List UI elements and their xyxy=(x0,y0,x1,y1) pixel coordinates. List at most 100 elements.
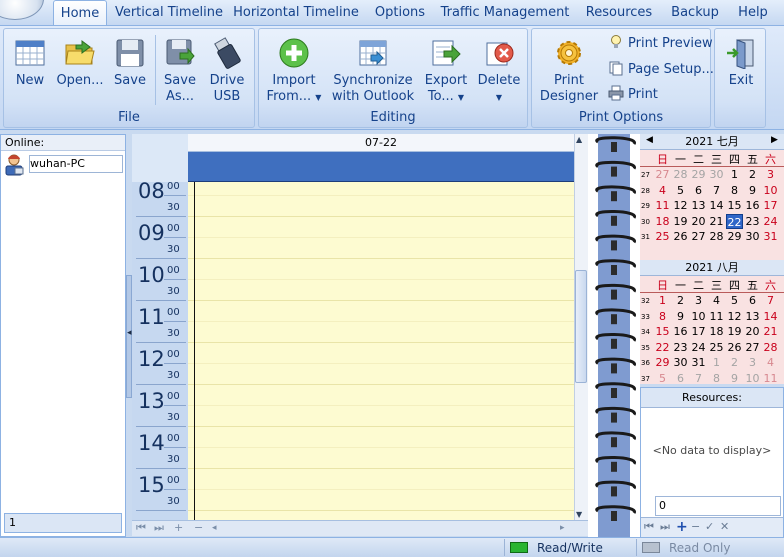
day-cell[interactable]: 29 xyxy=(726,229,743,244)
resources-last-icon[interactable]: ⏭ xyxy=(660,518,670,536)
day-cell[interactable]: 21 xyxy=(708,214,725,229)
day-cell[interactable]: 12 xyxy=(726,309,743,324)
day-cell[interactable]: 1 xyxy=(726,167,743,182)
exit-button[interactable]: Exit xyxy=(721,37,761,89)
day-cell[interactable]: 10 xyxy=(762,183,779,198)
day-cell[interactable]: 26 xyxy=(726,340,743,355)
day-cell[interactable]: 7 xyxy=(690,371,707,386)
day-cell[interactable]: 5 xyxy=(672,183,689,198)
day-cell[interactable]: 14 xyxy=(762,309,779,324)
day-cell[interactable]: 16 xyxy=(672,324,689,339)
tab-help[interactable]: Help xyxy=(730,0,776,25)
next-month-arrow-icon[interactable]: ▶ xyxy=(771,135,778,145)
day-cell[interactable]: 5 xyxy=(726,293,743,308)
day-cell[interactable]: 15 xyxy=(726,198,743,213)
first-record-icon[interactable]: ⏮ xyxy=(136,521,146,535)
day-cell[interactable]: 6 xyxy=(690,183,707,198)
previous-page-icon[interactable]: ⏭ xyxy=(154,521,164,535)
day-cell[interactable]: 31 xyxy=(762,229,779,244)
user-row[interactable]: wuhan-PC xyxy=(1,152,125,178)
day-cell[interactable]: 24 xyxy=(690,340,707,355)
resources-count-field[interactable]: 0 xyxy=(655,496,781,516)
day-cell[interactable]: 20 xyxy=(690,214,707,229)
day-cell[interactable]: 12 xyxy=(672,198,689,213)
day-cell[interactable]: 7 xyxy=(708,183,725,198)
day-cell[interactable]: 26 xyxy=(672,229,689,244)
all-day-area[interactable] xyxy=(188,152,574,182)
scroll-down-icon[interactable]: ▼ xyxy=(576,510,582,519)
day-cell[interactable]: 11 xyxy=(762,371,779,386)
read-write-status[interactable]: Read/Write xyxy=(537,540,603,556)
day-cell[interactable]: 30 xyxy=(708,167,725,182)
day-cell[interactable]: 1 xyxy=(708,355,725,370)
day-cell[interactable]: 8 xyxy=(654,309,671,324)
day-cell[interactable]: 10 xyxy=(690,309,707,324)
day-cell[interactable]: 8 xyxy=(708,371,725,386)
tab-resources[interactable]: Resources xyxy=(577,0,661,25)
day-cell[interactable]: 31 xyxy=(690,355,707,370)
day-cell[interactable]: 16 xyxy=(744,198,761,213)
day-cell[interactable]: 27 xyxy=(690,229,707,244)
day-cell[interactable]: 28 xyxy=(762,340,779,355)
day-cell[interactable]: 2 xyxy=(744,167,761,182)
day-cell[interactable]: 4 xyxy=(654,183,671,198)
resources-confirm-icon[interactable]: ✓ xyxy=(705,518,714,536)
resources-remove-icon[interactable]: − xyxy=(691,518,700,536)
drive-usb-button[interactable]: Drive USB xyxy=(205,37,249,105)
day-cell[interactable]: 10 xyxy=(744,371,761,386)
day-cell[interactable]: 8 xyxy=(726,183,743,198)
add-record-icon[interactable]: + xyxy=(174,521,183,535)
scroll-left-icon[interactable]: ◂ xyxy=(212,521,217,535)
day-cell[interactable]: 9 xyxy=(672,309,689,324)
day-cell[interactable]: 17 xyxy=(690,324,707,339)
day-cell[interactable]: 22 xyxy=(654,340,671,355)
synchronize-outlook-button[interactable]: Synchronize with Outlook xyxy=(331,37,415,105)
tab-horizontal-timeline[interactable]: Horizontal Timeline xyxy=(230,0,362,25)
day-cell[interactable]: 5 xyxy=(654,371,671,386)
day-cell[interactable]: 19 xyxy=(672,214,689,229)
day-cell[interactable]: 27 xyxy=(744,340,761,355)
day-cell[interactable]: 1 xyxy=(654,293,671,308)
day-cell[interactable]: 29 xyxy=(654,355,671,370)
tab-backup[interactable]: Backup xyxy=(665,0,725,25)
day-cell[interactable]: 6 xyxy=(744,293,761,308)
new-button[interactable]: New xyxy=(10,37,50,89)
day-cell[interactable]: 4 xyxy=(708,293,725,308)
day-cell[interactable]: 28 xyxy=(708,229,725,244)
day-cell[interactable]: 25 xyxy=(708,340,725,355)
day-cell[interactable]: 20 xyxy=(744,324,761,339)
day-cell[interactable]: 27 xyxy=(654,167,671,182)
save-button[interactable]: Save xyxy=(108,37,152,89)
export-button[interactable]: Export To... ▼ xyxy=(421,37,471,106)
day-cell[interactable]: 2 xyxy=(672,293,689,308)
open-button[interactable]: Open... xyxy=(56,37,104,89)
day-cell[interactable]: 7 xyxy=(762,293,779,308)
day-cell[interactable]: 23 xyxy=(744,214,761,229)
print-button[interactable]: Print xyxy=(608,85,658,105)
day-cell[interactable]: 4 xyxy=(762,355,779,370)
resources-add-icon[interactable]: + xyxy=(676,518,688,536)
time-slot-area[interactable] xyxy=(188,182,574,520)
tab-traffic-management[interactable]: Traffic Management xyxy=(437,0,573,25)
page-setup-button[interactable]: Page Setup... xyxy=(608,60,714,80)
day-cell[interactable]: 30 xyxy=(744,229,761,244)
scroll-right-icon[interactable]: ▸ xyxy=(560,521,565,535)
previous-month-arrow-icon[interactable]: ◀ xyxy=(646,135,653,145)
resources-first-icon[interactable]: ⏮ xyxy=(644,518,654,536)
day-cell[interactable]: 3 xyxy=(762,167,779,182)
day-cell[interactable]: 15 xyxy=(654,324,671,339)
scroll-up-icon[interactable]: ▲ xyxy=(576,135,582,144)
remove-record-icon[interactable]: − xyxy=(194,521,203,535)
tab-options[interactable]: Options xyxy=(366,0,434,25)
day-cell[interactable]: 29 xyxy=(690,167,707,182)
day-cell[interactable]: 18 xyxy=(654,214,671,229)
day-cell[interactable]: 28 xyxy=(672,167,689,182)
day-cell[interactable]: 3 xyxy=(744,355,761,370)
app-menu-button[interactable] xyxy=(0,0,44,20)
day-cell[interactable]: 3 xyxy=(690,293,707,308)
day-cell[interactable]: 6 xyxy=(672,371,689,386)
day-cell[interactable]: 23 xyxy=(672,340,689,355)
resources-cancel-icon[interactable]: ✕ xyxy=(720,518,729,536)
schedule-scrollbar-thumb[interactable] xyxy=(575,270,587,383)
read-only-status[interactable]: Read Only xyxy=(669,540,730,556)
